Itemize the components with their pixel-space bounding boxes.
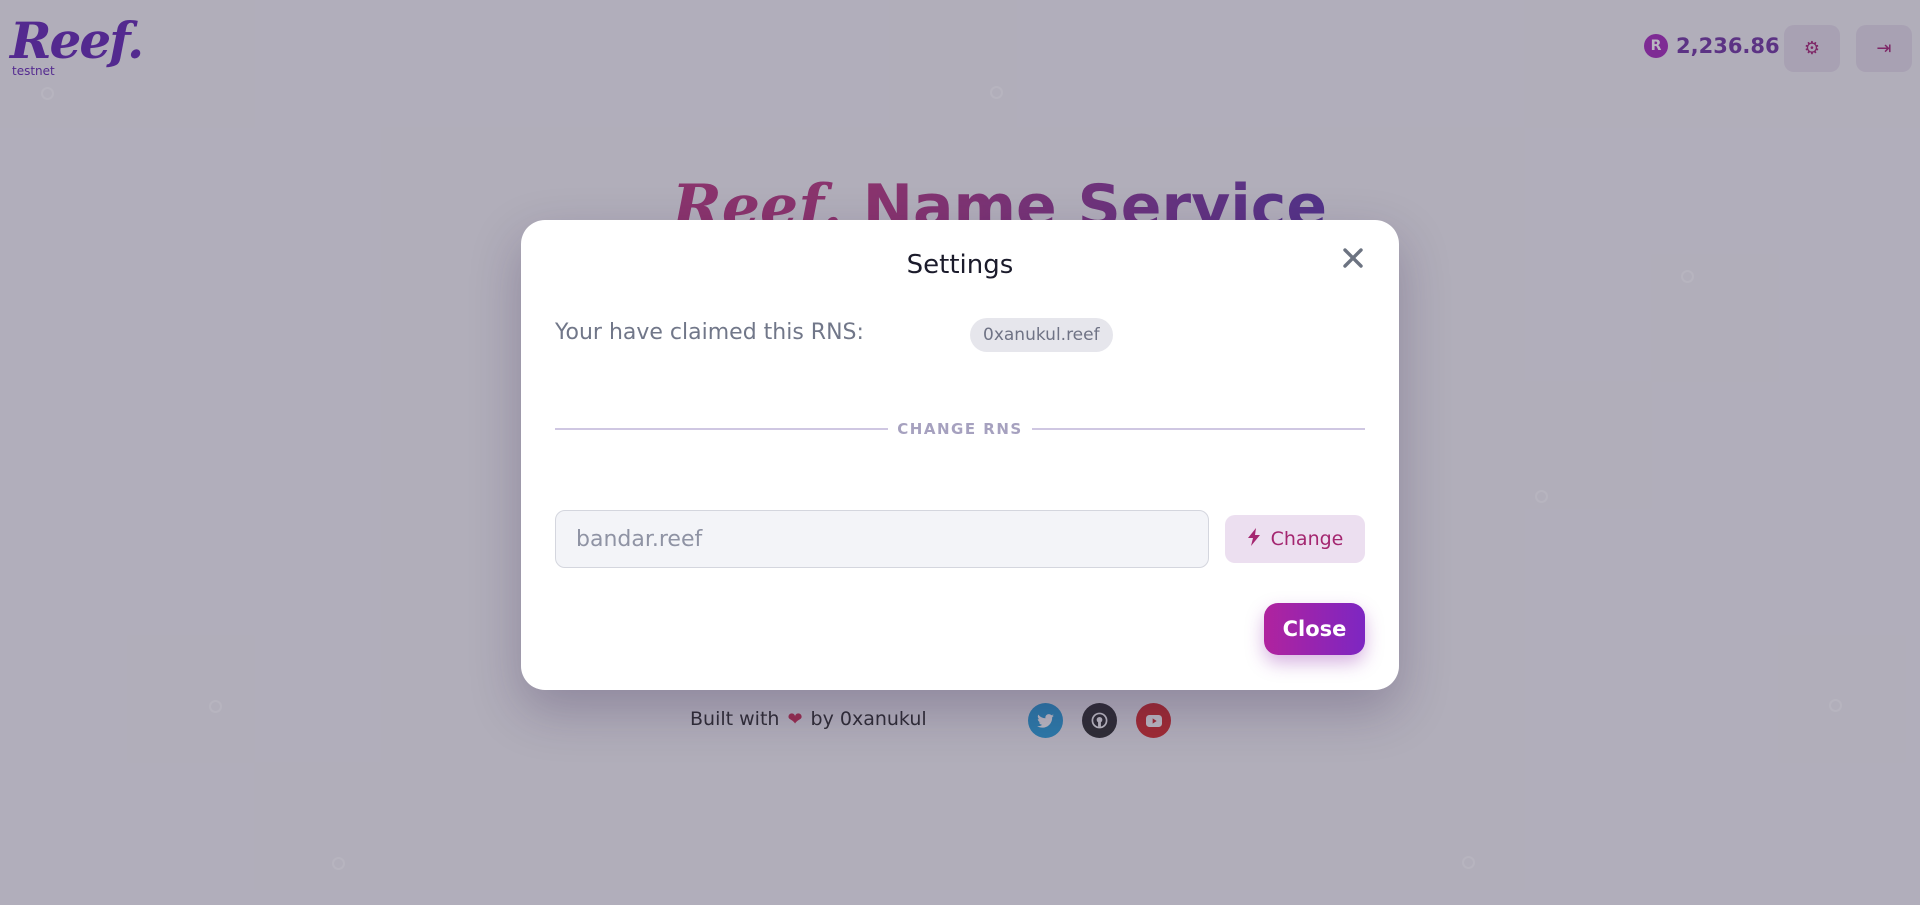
- close-icon[interactable]: [1337, 242, 1369, 274]
- modal-title: Settings: [906, 250, 1014, 280]
- rns-input[interactable]: [555, 510, 1209, 568]
- change-button-label: Change: [1270, 528, 1344, 550]
- divider-label: CHANGE RNS: [897, 420, 1023, 438]
- bolt-icon: [1247, 527, 1261, 551]
- divider-line: [555, 428, 889, 430]
- divider-line: [1031, 428, 1366, 430]
- close-button[interactable]: Close: [1264, 603, 1365, 655]
- claimed-rns-label: Your have claimed this RNS:: [555, 320, 864, 345]
- settings-modal: Settings Your have claimed this RNS: 0xa…: [521, 220, 1399, 690]
- change-button[interactable]: Change: [1225, 515, 1365, 563]
- change-rns-divider: CHANGE RNS: [555, 420, 1366, 438]
- claimed-rns-badge: 0xanukul.reef: [970, 318, 1113, 352]
